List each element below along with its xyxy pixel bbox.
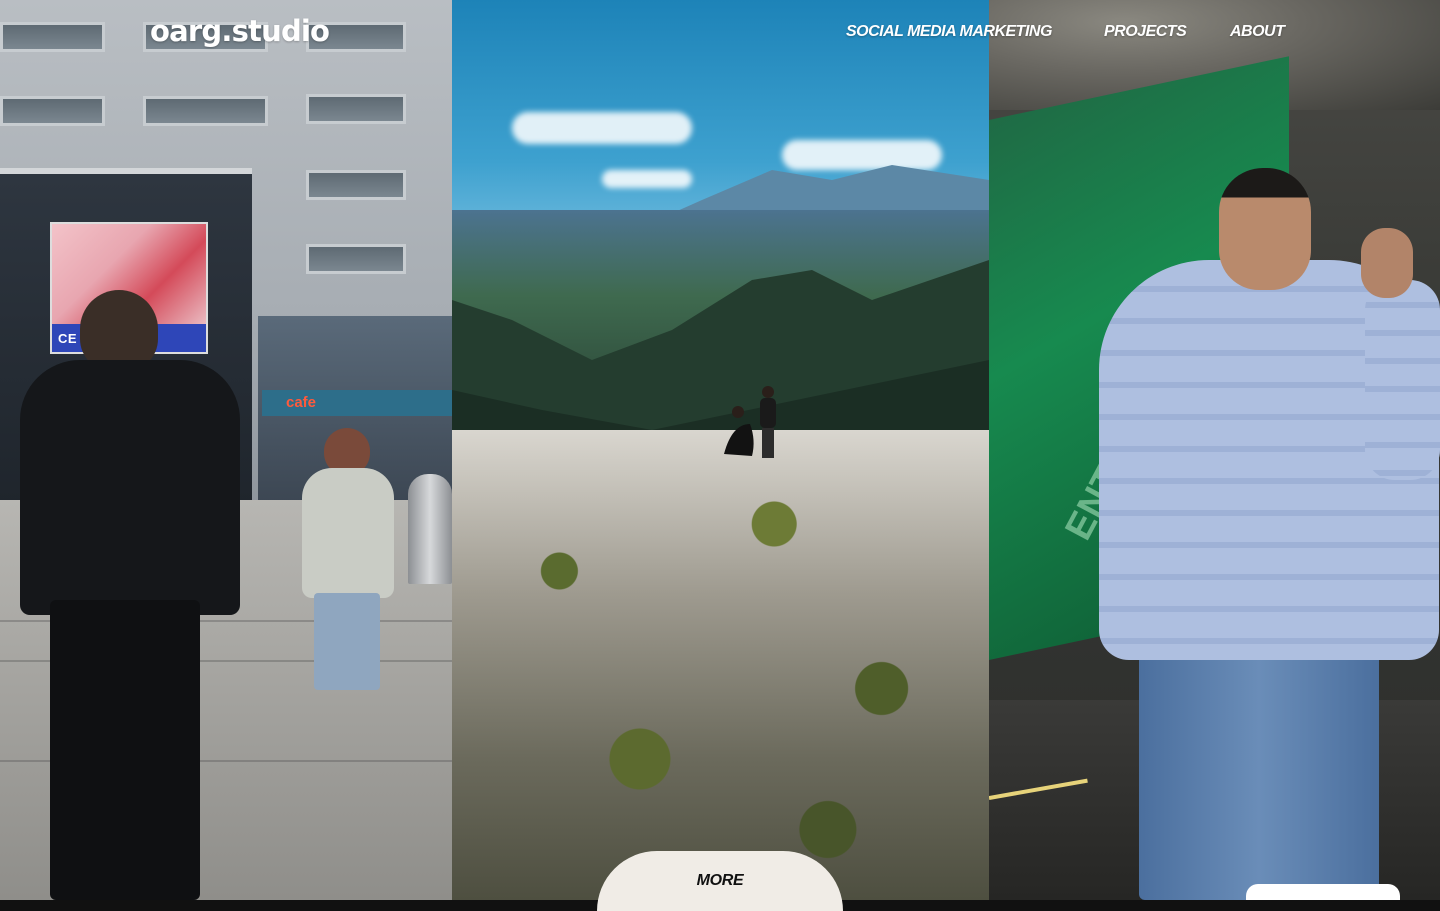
pedestrian-legs: [314, 593, 380, 690]
nav-projects[interactable]: PROJECTS: [1104, 23, 1187, 41]
building-window: [306, 170, 406, 200]
more-button[interactable]: MORE: [597, 851, 843, 911]
hero-video-right: ENTD: [989, 0, 1440, 900]
man-head: [1219, 168, 1311, 290]
cloud: [512, 112, 692, 144]
nav-social-media-marketing[interactable]: SOCIAL MEDIA MARKETING: [846, 23, 1052, 41]
jeans: [1139, 640, 1379, 900]
pedestrian-legs: [50, 600, 200, 900]
cafe-sign-text: cafe: [286, 394, 317, 411]
cafe-sign: cafe: [262, 390, 452, 416]
hikers: [724, 386, 776, 458]
pedestrian-woman: [300, 428, 400, 690]
building-window: [306, 244, 406, 274]
pedestrian-body: [20, 360, 240, 615]
rocky-summit: [452, 430, 989, 900]
building-window: [306, 94, 406, 124]
building-window: [0, 96, 105, 126]
building-window: [0, 22, 105, 52]
hero-video-middle: [452, 0, 989, 900]
corner-tab-button[interactable]: [1246, 884, 1400, 900]
raised-arm: [1365, 280, 1440, 480]
logo[interactable]: oarg.studio: [150, 14, 330, 48]
building-window: [143, 96, 268, 126]
hero-video-left: CE N MITTE cafe: [0, 0, 452, 900]
bollard: [408, 474, 452, 584]
raised-fist: [1361, 228, 1413, 298]
pedestrian-man: [20, 290, 240, 900]
nav-about[interactable]: ABOUT: [1230, 23, 1285, 41]
ridge-foreground: [452, 260, 989, 460]
pedestrian-body: [302, 468, 394, 598]
